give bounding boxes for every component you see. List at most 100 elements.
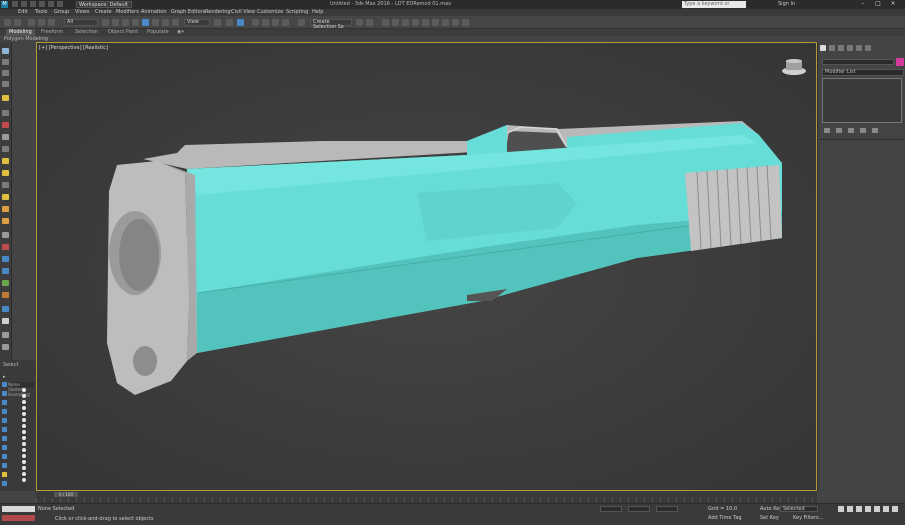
bind-space-warp-icon[interactable]: [48, 19, 55, 26]
percent-snap-icon[interactable]: [272, 19, 279, 26]
select-manipulate-icon[interactable]: [226, 19, 233, 26]
object-visibility-toggle[interactable]: [22, 388, 26, 392]
hierarchy-panel-icon[interactable]: [2, 70, 9, 76]
measure-icon[interactable]: [2, 332, 9, 338]
pin-stack-icon[interactable]: [824, 128, 830, 133]
menu-views[interactable]: Views: [75, 9, 89, 16]
previous-frame-icon[interactable]: [847, 506, 853, 512]
rendered-frame-window-icon[interactable]: [442, 19, 449, 26]
align-icon[interactable]: [366, 19, 373, 26]
display-xrefs-icon[interactable]: [2, 454, 7, 459]
go-to-start-icon[interactable]: [838, 506, 844, 512]
new-scene-icon[interactable]: [12, 1, 18, 7]
track-bar[interactable]: [36, 498, 817, 502]
tab-selection[interactable]: Selection: [72, 29, 101, 36]
x-coordinate-field[interactable]: [600, 506, 622, 512]
object-visibility-toggle[interactable]: [22, 466, 26, 470]
scene-explorer-header[interactable]: Select: [3, 362, 18, 368]
object-visibility-toggle[interactable]: [22, 442, 26, 446]
y-coordinate-field[interactable]: [628, 506, 650, 512]
select-by-name-icon[interactable]: [112, 19, 119, 26]
menu-customize[interactable]: Customize: [257, 9, 283, 16]
key-selection-dropdown[interactable]: Selected: [780, 506, 818, 512]
select-scale-icon[interactable]: [162, 19, 169, 26]
hierarchy-tab-icon[interactable]: [838, 45, 844, 51]
foliage-icon[interactable]: [2, 280, 9, 286]
menu-graph-editors[interactable]: Graph Editors: [171, 9, 205, 16]
redo-icon[interactable]: [14, 19, 21, 26]
object-visibility-toggle[interactable]: [22, 394, 26, 398]
modify-panel-icon[interactable]: [2, 59, 9, 65]
geosphere-icon[interactable]: [2, 218, 9, 224]
select-move-icon[interactable]: [142, 19, 149, 26]
create-tab-icon[interactable]: [820, 45, 826, 51]
link-icon[interactable]: [28, 19, 35, 26]
display-bones-icon[interactable]: [2, 463, 7, 468]
maxscript-output[interactable]: [2, 515, 35, 521]
key-filters-button[interactable]: Key Filters...: [793, 515, 823, 521]
render-setup-icon[interactable]: [432, 19, 439, 26]
object-visibility-toggle[interactable]: [22, 454, 26, 458]
object-name-field[interactable]: [822, 59, 894, 65]
search-input[interactable]: Type a keyword or phrase: [682, 1, 746, 14]
close-icon[interactable]: ×: [888, 1, 898, 7]
time-slider[interactable]: 0 / 100: [54, 492, 78, 497]
torus-icon[interactable]: [2, 194, 9, 200]
render-iterative-icon[interactable]: [462, 19, 469, 26]
object-visibility-toggle[interactable]: [22, 460, 26, 464]
object-visibility-toggle[interactable]: [22, 430, 26, 434]
ribbon-options-icon[interactable]: ◉▾: [174, 29, 187, 36]
maxscript-listener[interactable]: [2, 506, 35, 512]
scene-explorer-column-header[interactable]: Name (Sorted Ascending): [8, 382, 34, 397]
snaps-toggle-icon[interactable]: [252, 19, 259, 26]
light-icon[interactable]: [2, 95, 9, 101]
next-frame-icon[interactable]: [865, 506, 871, 512]
keyboard-shortcut-toggle-icon[interactable]: [237, 19, 244, 26]
grid-icon[interactable]: [2, 318, 9, 324]
show-end-result-icon[interactable]: [836, 128, 842, 133]
menu-scripting[interactable]: Scripting: [286, 9, 308, 16]
object-visibility-toggle[interactable]: [22, 436, 26, 440]
make-unique-icon[interactable]: [848, 128, 854, 133]
tab-populate[interactable]: Populate: [144, 29, 172, 36]
z-coordinate-field[interactable]: [656, 506, 678, 512]
select-object-icon[interactable]: [102, 19, 109, 26]
menu-modifiers[interactable]: Modifiers: [116, 9, 139, 16]
pyramid-icon[interactable]: [2, 232, 9, 238]
selection-filter-dropdown[interactable]: All: [64, 19, 98, 26]
layer-explorer-icon[interactable]: [382, 19, 389, 26]
redo-icon[interactable]: [48, 1, 54, 7]
angle-snap-icon[interactable]: [262, 19, 269, 26]
open-file-icon[interactable]: [21, 1, 27, 7]
object-visibility-toggle[interactable]: [22, 400, 26, 404]
undo-icon[interactable]: [39, 1, 45, 7]
teapot-icon[interactable]: [2, 256, 9, 262]
go-to-end-icon[interactable]: [874, 506, 880, 512]
sign-in-button[interactable]: Sign In: [778, 1, 795, 8]
maximize-icon[interactable]: □: [873, 1, 883, 7]
remove-modifier-icon[interactable]: [860, 128, 866, 133]
text-plus-icon[interactable]: [2, 268, 9, 274]
display-shapes-icon[interactable]: [2, 400, 7, 405]
object-visibility-toggle[interactable]: [22, 412, 26, 416]
display-containers-icon[interactable]: [2, 472, 7, 477]
set-key-button[interactable]: Set Key: [760, 515, 779, 521]
menu-tools[interactable]: Tools: [35, 9, 47, 16]
configure-modifier-sets-icon[interactable]: [872, 128, 878, 133]
object-visibility-toggle[interactable]: [22, 418, 26, 422]
select-rotate-icon[interactable]: [152, 19, 159, 26]
viewport-canvas[interactable]: [37, 43, 817, 491]
tab-object-paint[interactable]: Object Paint: [105, 29, 141, 36]
modify-tab-icon[interactable]: [829, 45, 835, 51]
project-folder-icon[interactable]: [57, 1, 63, 7]
timeline[interactable]: 0 / 100: [36, 491, 817, 503]
create-panel-icon[interactable]: [2, 48, 9, 54]
modifier-list-dropdown[interactable]: Modifier List: [822, 69, 904, 76]
ribbon-toggle-icon[interactable]: [392, 19, 399, 26]
named-selection-dropdown[interactable]: Create Selection Se: [310, 19, 352, 30]
tab-modeling[interactable]: Modeling: [6, 29, 35, 36]
menu-help[interactable]: Help: [312, 9, 323, 16]
menu-civil-view[interactable]: Civil View: [231, 9, 255, 16]
menu-create[interactable]: Create: [95, 9, 112, 16]
tab-freeform[interactable]: Freeform: [38, 29, 66, 36]
